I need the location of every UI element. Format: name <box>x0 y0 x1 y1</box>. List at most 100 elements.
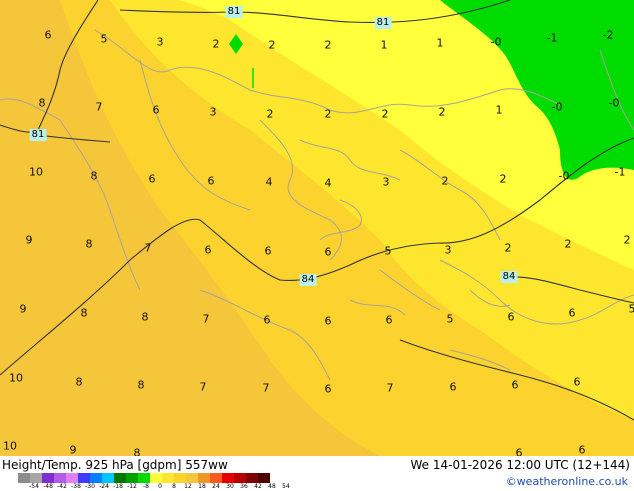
legend-swatch <box>138 473 150 483</box>
legend-tick: 36 <box>240 484 248 490</box>
temp-label: -0 <box>559 170 570 183</box>
temp-label: 2 <box>325 108 332 121</box>
legend-swatch <box>222 473 234 483</box>
temp-label: 8 <box>81 307 88 320</box>
legend-swatch <box>54 473 66 483</box>
temp-label: 3 <box>210 106 217 119</box>
legend-tick: -18 <box>113 484 123 490</box>
temp-label: 6 <box>325 246 332 259</box>
legend-tick: 42 <box>254 484 262 490</box>
legend-swatch <box>66 473 78 483</box>
legend-tick: 12 <box>184 484 192 490</box>
temp-label: 1 <box>496 104 503 117</box>
legend-tick: -54 <box>29 484 39 490</box>
temp-label: 2 <box>500 173 507 186</box>
legend-swatch <box>42 473 54 483</box>
temp-label: 6 <box>149 173 156 186</box>
temp-label: 2 <box>267 108 274 121</box>
legend-tick: 18 <box>198 484 206 490</box>
temp-label: 7 <box>263 382 270 395</box>
legend-tick: 48 <box>268 484 276 490</box>
legend-tick: -38 <box>71 484 81 490</box>
legend-swatch <box>234 473 246 483</box>
temp-label: 8 <box>86 238 93 251</box>
legend-swatch <box>174 473 186 483</box>
chart-title: Height/Temp. 925 hPa [gdpm] 557ww <box>2 458 228 472</box>
temp-label: 7 <box>387 382 394 395</box>
map-root: 8181818484 65322211-0-1-2876322221-0-010… <box>0 0 634 490</box>
legend-tick: 8 <box>172 484 176 490</box>
legend-tick: -24 <box>99 484 109 490</box>
temp-label: -0 <box>491 36 502 49</box>
isoline-label: 81 <box>226 6 243 18</box>
isoline-label: 84 <box>501 271 518 283</box>
legend-swatch <box>90 473 102 483</box>
temp-label: 5 <box>385 245 392 258</box>
legend-tick: -8 <box>143 484 149 490</box>
legend-tick: -30 <box>85 484 95 490</box>
temp-label: 4 <box>325 177 332 190</box>
legend-swatch <box>150 473 162 483</box>
legend-swatch <box>102 473 114 483</box>
temp-label: 2 <box>442 175 449 188</box>
isoline-label: 81 <box>30 129 47 141</box>
legend-swatch <box>258 473 270 483</box>
temp-label: 10 <box>9 372 23 385</box>
legend-swatch <box>246 473 258 483</box>
temp-label: 1 <box>381 39 388 52</box>
temp-label: 7 <box>203 313 210 326</box>
temp-label: 9 <box>70 444 77 457</box>
legend-tick: -42 <box>57 484 67 490</box>
temp-label: 2 <box>382 108 389 121</box>
temp-label: 6 <box>45 29 52 42</box>
temp-label: 10 <box>3 440 17 453</box>
legend-tick: 54 <box>282 484 290 490</box>
temp-label: 6 <box>569 307 576 320</box>
temp-label: 5 <box>629 303 634 316</box>
legend-tick: 24 <box>212 484 220 490</box>
temp-label: 1 <box>437 37 444 50</box>
legend-swatch <box>162 473 174 483</box>
temp-label: 5 <box>447 313 454 326</box>
isoline-label: 81 <box>375 17 392 29</box>
temp-label: 8 <box>91 170 98 183</box>
legend-swatch <box>30 473 42 483</box>
temp-label: 6 <box>153 104 160 117</box>
temp-label: 6 <box>325 383 332 396</box>
isoline-label: 84 <box>300 274 317 286</box>
temp-label: 6 <box>325 315 332 328</box>
temp-label: 5 <box>101 33 108 46</box>
legend-swatch <box>186 473 198 483</box>
temp-label: -2 <box>603 29 614 42</box>
temp-label: 7 <box>96 101 103 114</box>
temp-label: 7 <box>200 381 207 394</box>
legend-tick: 0 <box>158 484 162 490</box>
temp-label: 9 <box>26 234 33 247</box>
temp-label: 8 <box>76 376 83 389</box>
temp-label: 6 <box>579 444 586 457</box>
legend-swatch <box>198 473 210 483</box>
valid-time: We 14-01-2026 12:00 UTC (12+144) <box>410 458 630 472</box>
legend-swatch <box>210 473 222 483</box>
temp-label: 3 <box>383 176 390 189</box>
temp-label: 2 <box>269 39 276 52</box>
temp-label: 8 <box>138 379 145 392</box>
temp-label: 6 <box>265 245 272 258</box>
temp-label: 6 <box>512 379 519 392</box>
temp-label: 3 <box>445 244 452 257</box>
temp-label: 2 <box>565 238 572 251</box>
credit-link[interactable]: ©weatheronline.co.uk <box>506 475 628 488</box>
temp-label: 2 <box>325 39 332 52</box>
temp-label: 2 <box>505 242 512 255</box>
footer: Height/Temp. 925 hPa [gdpm] 557ww We 14-… <box>0 456 634 490</box>
legend-tick: -48 <box>43 484 53 490</box>
temp-label: 6 <box>574 376 581 389</box>
temp-label: 2 <box>439 106 446 119</box>
temp-label: -0 <box>552 101 563 114</box>
temp-label: 2 <box>213 38 220 51</box>
legend-swatch <box>78 473 90 483</box>
temp-label: 10 <box>29 166 43 179</box>
temp-label: 3 <box>157 36 164 49</box>
temp-label: -0 <box>609 97 620 110</box>
temp-label: 6 <box>208 175 215 188</box>
